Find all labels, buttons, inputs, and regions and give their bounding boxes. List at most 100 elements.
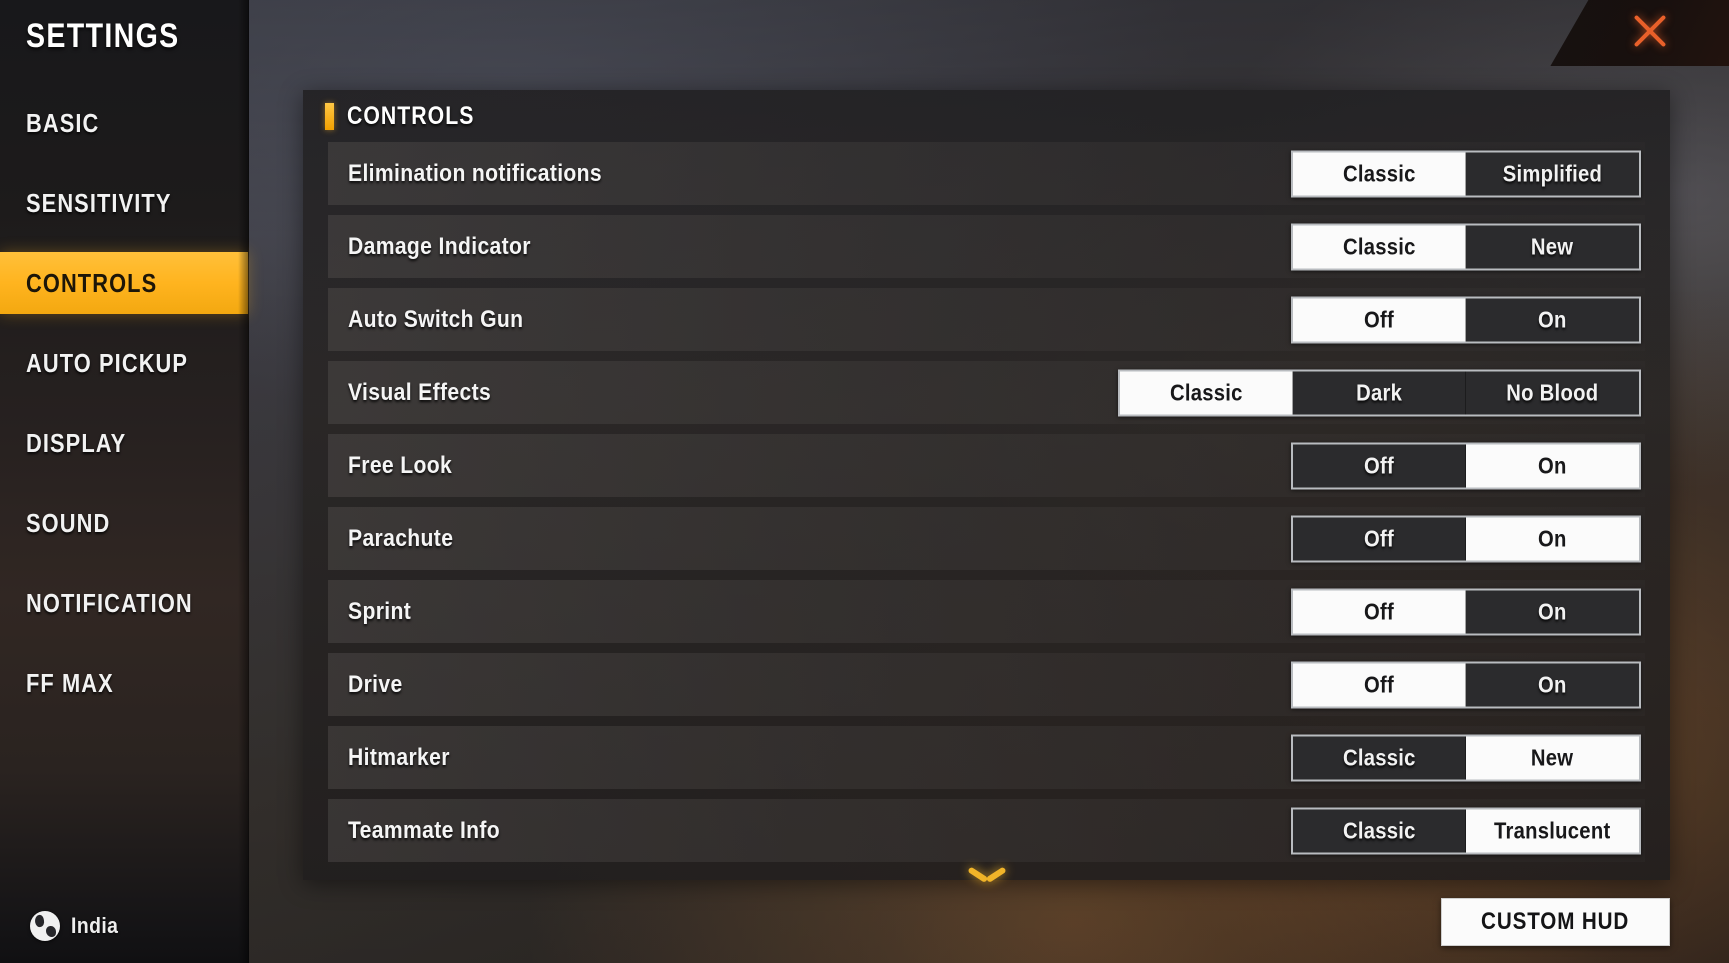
toggle-option[interactable]: Classic [1293,152,1466,195]
panel-header: CONTROLS [303,90,1670,142]
sidebar-item-notification[interactable]: NOTIFICATION [0,572,248,634]
toggle-option-label: On [1538,525,1567,551]
setting-label: Drive [348,670,403,698]
toggle-option[interactable]: On [1466,590,1639,633]
toggle-option[interactable]: Dark [1293,371,1466,414]
sidebar-item-label: AUTO PICKUP [26,347,189,378]
setting-toggle-group: Off On [1291,515,1641,562]
setting-row: Free Look Off On [328,434,1645,497]
settings-screen: SETTINGS BASIC SENSITIVITY CONTROLS AUTO PI… [0,0,1729,963]
toggle-option[interactable]: No Blood [1466,371,1639,414]
toggle-option-label: Off [1363,598,1395,624]
setting-row: Elimination notifications Classic Simplifi… [328,142,1645,205]
setting-row: Teammate Info Classic Translucent [328,799,1645,862]
sidebar-item-label: BASIC [26,107,100,138]
setting-row: Parachute Off On [328,507,1645,570]
sidebar-item-ff-max[interactable]: FF MAX [0,652,248,714]
page-title: SETTINGS [26,17,180,55]
setting-row: Hitmarker Classic New [328,726,1645,789]
toggle-option-label: New [1531,233,1574,259]
toggle-option-label: Off [1363,671,1395,697]
setting-toggle-group: Classic New [1291,223,1641,270]
sidebar-item-label: CONTROLS [26,267,158,298]
setting-label: Damage Indicator [348,232,531,260]
toggle-option[interactable]: Translucent [1466,809,1639,852]
setting-label: Sprint [348,597,412,625]
setting-toggle-group: Off On [1291,296,1641,343]
toggle-option-label: Classic [1342,160,1416,186]
toggle-option-label: On [1538,671,1567,697]
setting-toggle-group: Off On [1291,442,1641,489]
setting-toggle-group: Off On [1291,588,1641,635]
settings-list: Elimination notifications Classic Simplifi… [328,142,1645,864]
sidebar-item-label: DISPLAY [26,427,127,458]
toggle-option[interactable]: Off [1293,444,1466,487]
toggle-option-label: Classic [1169,379,1243,405]
sidebar-item-auto-pickup[interactable]: AUTO PICKUP [0,332,248,394]
setting-label: Free Look [348,451,453,479]
toggle-option[interactable]: Classic [1293,736,1466,779]
toggle-option-label: No Blood [1506,379,1599,405]
setting-label: Auto Switch Gun [348,305,524,333]
setting-label: Visual Effects [348,378,492,406]
toggle-option[interactable]: Classic [1120,371,1293,414]
toggle-option[interactable]: New [1466,225,1639,268]
chevron-down-icon[interactable] [969,864,1005,886]
setting-row: Damage Indicator Classic New [328,215,1645,278]
toggle-option[interactable]: On [1466,444,1639,487]
controls-panel: CONTROLS Elimination notifications Classi… [303,90,1670,880]
toggle-option[interactable]: Off [1293,517,1466,560]
setting-label: Hitmarker [348,743,450,771]
toggle-option[interactable]: Classic [1293,225,1466,268]
toggle-option[interactable]: On [1466,517,1639,560]
sidebar-item-label: SENSITIVITY [26,187,172,218]
custom-hud-button[interactable]: CUSTOM HUD [1441,898,1670,946]
setting-label: Teammate Info [348,816,501,844]
sidebar-item-label: FF MAX [26,667,114,698]
setting-label: Parachute [348,524,454,552]
setting-label: Elimination notifications [348,159,603,187]
globe-icon [30,911,60,941]
toggle-option[interactable]: Off [1293,298,1466,341]
setting-toggle-group: Classic New [1291,734,1641,781]
country-selector[interactable]: India [30,911,125,941]
setting-toggle-group: Classic Simplified [1291,150,1641,197]
sidebar-item-display[interactable]: DISPLAY [0,412,248,474]
toggle-option[interactable]: Off [1293,663,1466,706]
sidebar-item-controls[interactable]: CONTROLS [0,252,248,314]
sidebar-item-label: SOUND [26,507,111,538]
toggle-option-label: Off [1363,306,1395,332]
setting-row: Auto Switch Gun Off On [328,288,1645,351]
toggle-option-label: On [1538,598,1567,624]
close-icon [1627,8,1673,54]
toggle-option-label: Translucent [1494,817,1611,843]
toggle-option-label: New [1531,744,1574,770]
toggle-option[interactable]: On [1466,298,1639,341]
toggle-option[interactable]: On [1466,663,1639,706]
toggle-option-label: Classic [1342,744,1416,770]
header-accent-bar [325,102,334,130]
setting-row: Visual Effects Classic Dark No Blood [328,361,1645,424]
toggle-option[interactable]: Off [1293,590,1466,633]
toggle-option-label: Classic [1342,817,1416,843]
panel-title: CONTROLS [347,101,475,130]
sidebar-item-basic[interactable]: BASIC [0,92,248,154]
custom-hud-label: CUSTOM HUD [1481,908,1630,935]
toggle-option[interactable]: Classic [1293,809,1466,852]
toggle-option[interactable]: New [1466,736,1639,779]
toggle-option[interactable]: Simplified [1466,152,1639,195]
setting-toggle-group: Classic Translucent [1291,807,1641,854]
toggle-option-label: Off [1363,452,1395,478]
sidebar-item-sensitivity[interactable]: SENSITIVITY [0,172,248,234]
settings-sidebar: SETTINGS BASIC SENSITIVITY CONTROLS AUTO PI… [0,0,249,963]
setting-toggle-group: Classic Dark No Blood [1118,369,1641,416]
toggle-option-label: Classic [1342,233,1416,259]
toggle-option-label: Dark [1355,379,1403,405]
sidebar-item-label: NOTIFICATION [26,587,193,618]
toggle-option-label: On [1538,306,1567,332]
setting-row: Drive Off On [328,653,1645,716]
setting-row: Sprint Off On [328,580,1645,643]
toggle-option-label: Simplified [1502,160,1603,186]
sidebar-item-sound[interactable]: SOUND [0,492,248,554]
toggle-option-label: Off [1363,525,1395,551]
